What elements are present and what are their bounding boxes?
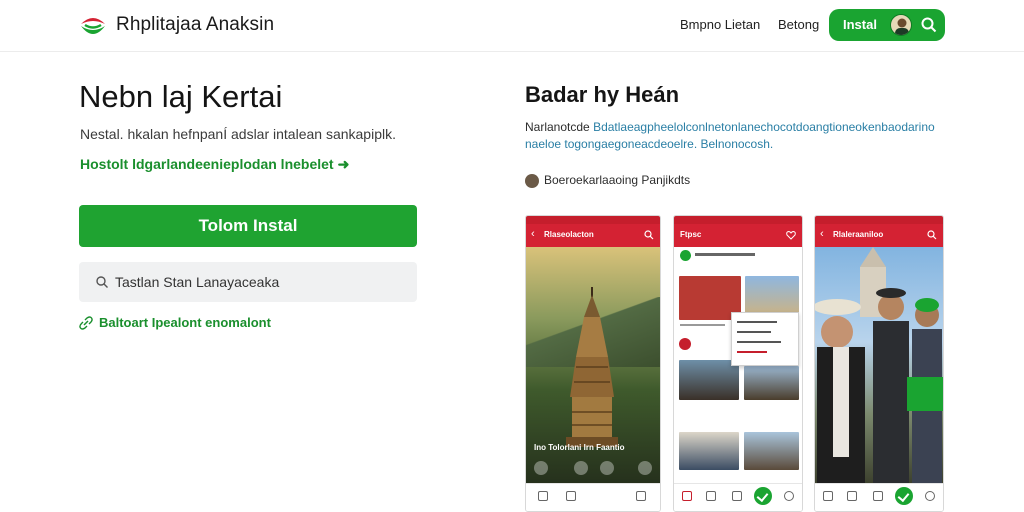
status-bar	[674, 216, 802, 224]
profile-icon[interactable]	[784, 491, 794, 501]
check-icon[interactable]	[754, 487, 772, 505]
top-header: Rhplitajaa Anaksin Bmpno Lietan Betong I…	[0, 0, 1024, 52]
tag-icon[interactable]	[566, 491, 576, 501]
feed-tile[interactable]	[744, 432, 799, 470]
profile-icon[interactable]	[925, 491, 935, 501]
home-icon[interactable]	[682, 491, 692, 501]
brand-logo-icon[interactable]	[78, 10, 108, 40]
menu-icon[interactable]	[636, 491, 646, 501]
photo-caption: Ino Tolorlani Irn Faantio	[534, 443, 625, 452]
app-bar: Ftpsc	[674, 224, 802, 247]
arrow-right-icon: ➜	[337, 156, 350, 172]
link-icon	[79, 316, 93, 330]
app-bar: ‹ Rlaleraaniloo	[815, 224, 943, 247]
developer-avatar-icon	[525, 174, 539, 188]
add-icon[interactable]	[732, 491, 742, 501]
feed-tile[interactable]	[679, 432, 739, 470]
nav-link-2[interactable]: Betong	[778, 17, 819, 32]
search-input[interactable]	[115, 262, 405, 302]
header-install-button[interactable]: Instal	[829, 9, 945, 41]
status-bar	[815, 216, 943, 224]
app-bar-title: Rlaseolacton	[544, 230, 594, 239]
more-icon[interactable]	[638, 461, 652, 475]
back-icon[interactable]: ‹	[820, 228, 824, 240]
people-illustration	[815, 247, 943, 485]
search-icon[interactable]	[927, 230, 937, 240]
app-description-lead: Narlanotcde	[525, 120, 590, 134]
developer-name: Boeroekarlaaoing Panjikdts	[544, 173, 691, 187]
heart-icon[interactable]	[786, 230, 796, 240]
hero-link[interactable]: Hostolt ldgarlandeenieplodan lnebelet ➜	[80, 156, 349, 173]
bottom-nav	[674, 483, 802, 511]
share-icon[interactable]	[574, 461, 588, 475]
search-icon[interactable]	[847, 491, 857, 501]
bottom-nav	[815, 483, 943, 511]
nav-link-1[interactable]: Bmpno Lietan	[680, 17, 760, 32]
header-install-label: Instal	[843, 17, 877, 32]
app-bar: ‹ Rlaseolacton	[526, 224, 660, 247]
app-description-tail: Belnonocosh.	[700, 137, 774, 151]
app-description-body: Bdatlaeagpheelolconlnetonlanechocotdoang…	[593, 120, 935, 134]
avatar[interactable]	[680, 250, 691, 261]
tower-illustration	[566, 287, 618, 447]
app-bar-title: Rlaleraaniloo	[833, 230, 884, 239]
screenshot-phone-3[interactable]: ‹ Rlaleraaniloo	[814, 215, 944, 512]
back-icon[interactable]: ‹	[531, 228, 535, 240]
page-title: Nebn laj Kertai	[79, 79, 283, 114]
like-icon[interactable]	[600, 461, 614, 475]
screenshot-phone-2[interactable]: Ftpsc	[673, 215, 803, 512]
app-description-line2: naeloe togongaegoneacdeoelre.	[525, 137, 698, 151]
brand-name[interactable]: Rhplitajaa Anaksin	[116, 14, 274, 36]
app-title: Badar hy Heán	[525, 82, 680, 107]
avatar[interactable]	[679, 338, 691, 350]
home-icon[interactable]	[823, 491, 833, 501]
secondary-link-text: Baltoart Ipealont enomalont	[99, 315, 271, 330]
feed-tile[interactable]	[744, 366, 799, 400]
add-icon[interactable]	[873, 491, 883, 501]
grid-icon[interactable]	[538, 491, 548, 501]
app-bar-title: Ftpsc	[680, 230, 702, 239]
feed-header	[680, 248, 798, 262]
avatar[interactable]	[890, 14, 912, 36]
search-icon[interactable]	[644, 230, 654, 240]
context-popup[interactable]	[731, 312, 799, 366]
feed-tile[interactable]	[679, 360, 739, 400]
hero-photo: Ino Tolorlani Irn Faantio	[526, 247, 660, 485]
hero-link-text: Hostolt ldgarlandeenieplodan lnebelet	[80, 156, 334, 172]
install-button[interactable]: Tolom Instal	[79, 205, 417, 247]
hero-description: Nestal. hkalan hefnpanÍ adslar intalean …	[80, 126, 396, 142]
group-photo	[815, 247, 943, 485]
search-icon[interactable]	[919, 15, 939, 35]
check-icon[interactable]	[895, 487, 913, 505]
status-bar	[526, 216, 660, 224]
bottom-nav	[526, 483, 660, 511]
screenshot-phone-1[interactable]: ‹ Rlaseolacton Ino Tolorlani Irn Faantio	[525, 215, 661, 512]
play-icon[interactable]	[534, 461, 548, 475]
search-icon[interactable]	[706, 491, 716, 501]
app-description: Narlanotcde Bdatlaeagpheelolconlnetonlan…	[525, 119, 955, 153]
search-box[interactable]	[79, 262, 417, 302]
search-icon	[96, 276, 108, 288]
